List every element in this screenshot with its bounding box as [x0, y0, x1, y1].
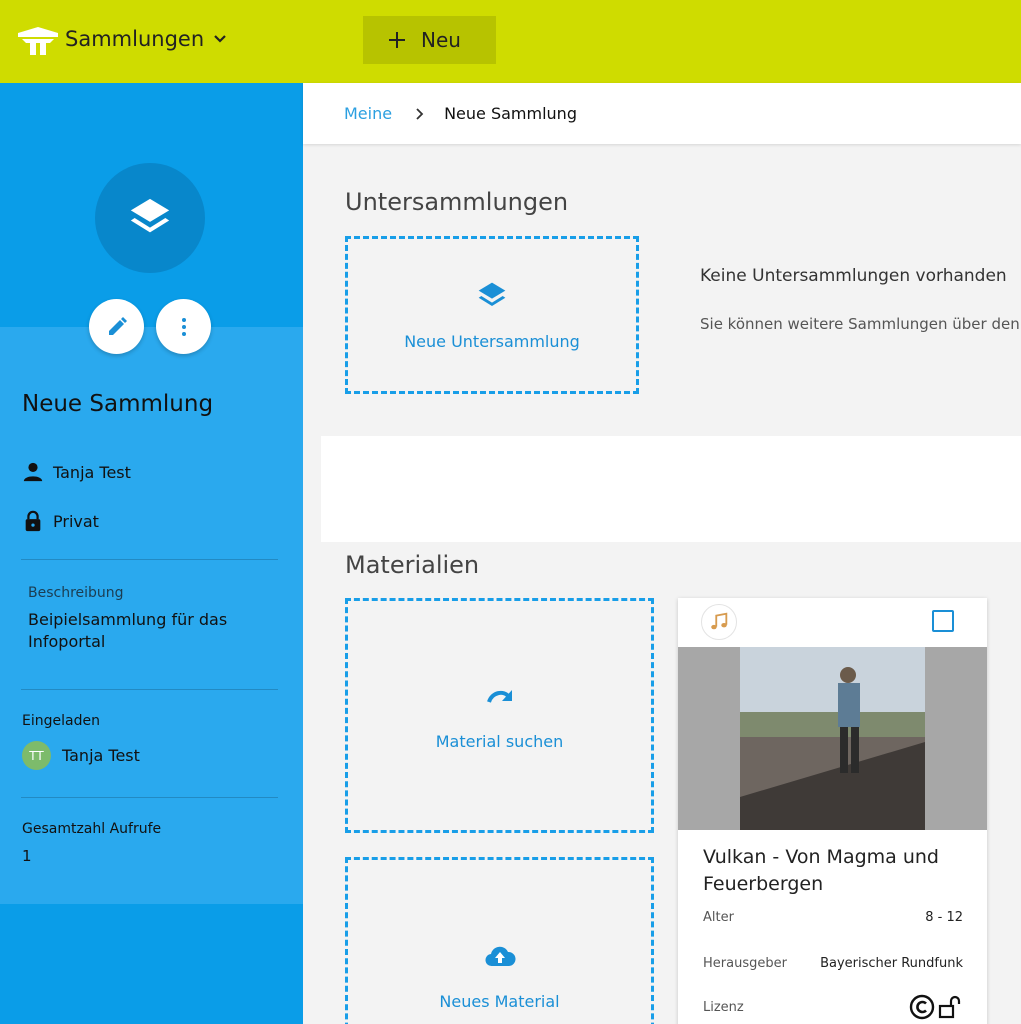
- divider: [21, 797, 278, 798]
- breadcrumb-root-link[interactable]: Meine: [344, 104, 392, 123]
- breadcrumb-current: Neue Sammlung: [444, 104, 577, 123]
- views-label: Gesamtzahl Aufrufe: [22, 821, 162, 837]
- empty-subcollections-title: Keine Untersammlungen vorhanden: [700, 266, 1007, 286]
- age-value: 8 - 12: [925, 910, 963, 925]
- publisher-label: Herausgeber: [703, 956, 787, 971]
- new-button[interactable]: Neu: [363, 16, 496, 64]
- layers-icon: [478, 282, 506, 306]
- new-material-button[interactable]: Neues Material: [345, 857, 654, 1024]
- license-icons: [909, 994, 963, 1020]
- visibility-row: Privat: [22, 510, 99, 532]
- top-bar: Sammlungen Neu: [0, 0, 1021, 83]
- age-label: Alter: [703, 910, 734, 925]
- publisher-row: Herausgeber Bayerischer Rundfunk: [703, 956, 963, 971]
- description-label: Beschreibung: [28, 585, 124, 601]
- material-thumbnail[interactable]: [678, 647, 987, 830]
- search-material-button[interactable]: Material suchen: [345, 598, 654, 833]
- collections-label: Sammlungen: [65, 27, 205, 51]
- collection-avatar: [95, 163, 205, 273]
- new-subcollection-label: Neue Untersammlung: [404, 331, 580, 351]
- empty-subcollections-text: Sie können weitere Sammlungen über den: [700, 315, 1020, 333]
- volcano-photo: [740, 647, 925, 830]
- person-icon: [23, 462, 43, 482]
- owner-row: Tanja Test: [22, 461, 131, 483]
- views-value: 1: [22, 847, 32, 865]
- visibility-label: Privat: [53, 511, 99, 531]
- collection-sidebar: Neue Sammlung Tanja Test Privat Beschrei…: [0, 83, 303, 1024]
- license-label: Lizenz: [703, 999, 744, 1015]
- copyright-icon: [909, 994, 935, 1020]
- select-checkbox[interactable]: [932, 610, 954, 632]
- publisher-value: Bayerischer Rundfunk: [820, 956, 963, 971]
- redo-arrow-icon: [486, 690, 512, 703]
- unlock-icon: [938, 995, 961, 1019]
- layers-icon: [130, 198, 170, 233]
- lock-icon: [25, 510, 41, 532]
- breadcrumb: Meine Neue Sammlung: [303, 83, 1021, 144]
- material-title[interactable]: Vulkan - Von Magma und Feuerbergen: [703, 844, 973, 898]
- avatar: TT: [22, 741, 51, 770]
- more-vertical-icon: [181, 317, 186, 336]
- search-material-label: Material suchen: [435, 732, 564, 751]
- invited-label: Eingeladen: [22, 713, 100, 729]
- music-note-icon: [711, 612, 728, 630]
- cloud-upload-icon: [484, 946, 516, 967]
- divider: [21, 559, 278, 560]
- material-card[interactable]: Vulkan - Von Magma und Feuerbergen Alter…: [678, 598, 987, 1024]
- divider: [21, 689, 278, 690]
- owner-name: Tanja Test: [53, 462, 131, 482]
- collection-name: Neue Sammlung: [22, 391, 214, 417]
- new-material-label: Neues Material: [439, 992, 560, 1011]
- edit-button[interactable]: [89, 299, 144, 354]
- more-options-button[interactable]: [156, 299, 211, 354]
- materials-title: Materialien: [345, 551, 480, 579]
- app-logo-icon[interactable]: [16, 25, 60, 57]
- invited-user: TT Tanja Test: [22, 741, 140, 770]
- subcollections-title: Untersammlungen: [345, 188, 569, 216]
- pencil-icon: [108, 316, 127, 335]
- collections-menu[interactable]: Sammlungen: [65, 27, 228, 51]
- age-row: Alter 8 - 12: [703, 910, 963, 925]
- invited-user-name: Tanja Test: [62, 746, 140, 765]
- content-band: [321, 436, 1021, 542]
- plus-icon: [389, 32, 405, 48]
- new-subcollection-button[interactable]: Neue Untersammlung: [345, 236, 639, 394]
- new-button-label: Neu: [421, 28, 461, 52]
- type-badge: [701, 604, 737, 640]
- description-text: Beipielsammlung für das Infoportal: [28, 610, 228, 651]
- chevron-down-icon: [214, 35, 226, 43]
- license-row: Lizenz: [703, 994, 963, 1020]
- chevron-right-icon: [416, 107, 424, 120]
